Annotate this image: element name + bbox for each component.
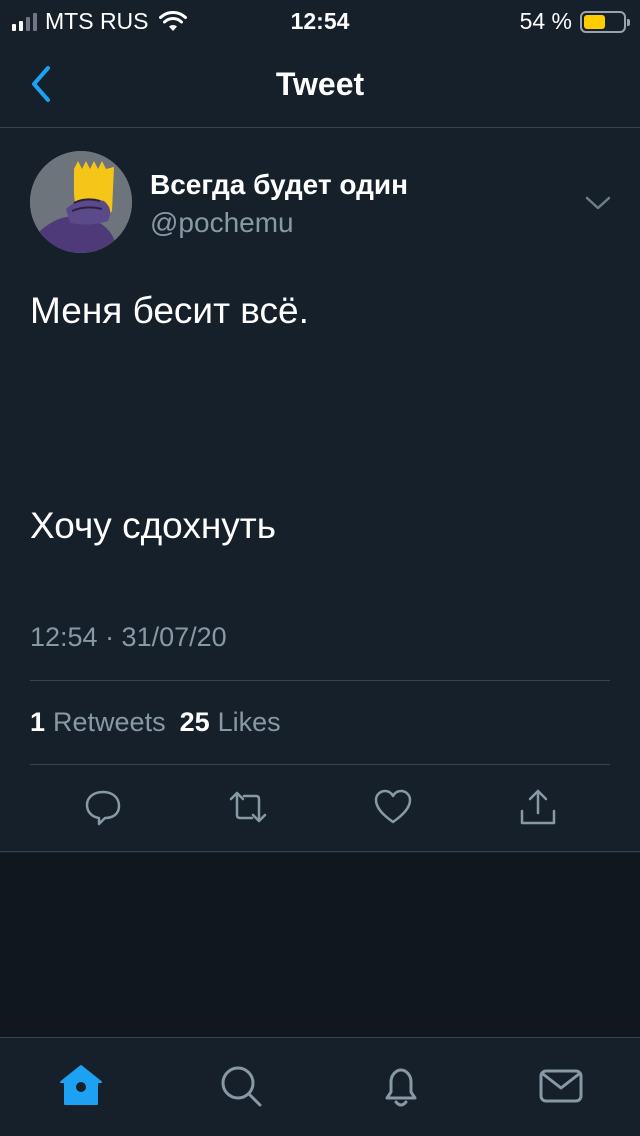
likes-label: Likes [217,707,281,737]
reply-icon [85,790,121,826]
display-name[interactable]: Всегда будет один [150,169,408,201]
tab-bar [0,1037,640,1136]
chevron-down-icon [585,196,611,210]
retweets-count: 1 [30,707,46,737]
like-button[interactable] [373,787,413,827]
messages-icon [539,1069,583,1103]
tweet-stats: 1 Retweets 25 Likes [30,707,281,738]
page-title: Tweet [275,66,365,102]
battery-level [584,14,605,29]
status-right: 54 % [519,8,630,35]
divider [30,680,610,681]
search-icon [221,1066,262,1107]
tab-home[interactable] [57,1062,105,1110]
empty-area [0,853,640,1037]
share-icon [520,789,556,825]
tab-notifications[interactable] [377,1062,425,1110]
avatar-image [30,151,132,253]
tweet-detail-screen: MTS RUS 12:54 54 % Tweet Всегда будет од… [0,0,640,1136]
share-button[interactable] [518,787,558,827]
likes-count: 25 [179,707,210,737]
battery-icon [580,10,630,33]
tweet-options-button[interactable] [584,189,612,217]
tweet: Всегда будет один @pochemu Меня бесит вс… [0,129,640,852]
divider [30,764,610,765]
likes-stat[interactable]: 25 Likes [180,707,281,738]
tweet-timestamp: 12:54 · 31/07/20 [30,622,227,652]
avatar[interactable] [30,151,132,253]
tweet-actions [0,779,640,835]
reply-button[interactable] [83,787,123,827]
status-bar: MTS RUS 12:54 54 % [0,0,640,42]
navigation-bar: Tweet [0,42,640,128]
retweets-label: Retweets [53,707,166,737]
tab-search[interactable] [217,1062,265,1110]
battery-percent: 54 % [519,8,572,34]
like-icon [374,789,412,824]
tab-messages[interactable] [537,1062,585,1110]
retweets-stat[interactable]: 1 Retweets [30,707,166,738]
home-icon [60,1065,102,1105]
retweet-button[interactable] [228,787,268,827]
retweet-icon [229,791,267,823]
notifications-icon [385,1068,417,1107]
tweet-text: Меня бесит всё. Хочу сдохнуть [30,290,309,546]
user-handle[interactable]: @pochemu [150,207,294,239]
